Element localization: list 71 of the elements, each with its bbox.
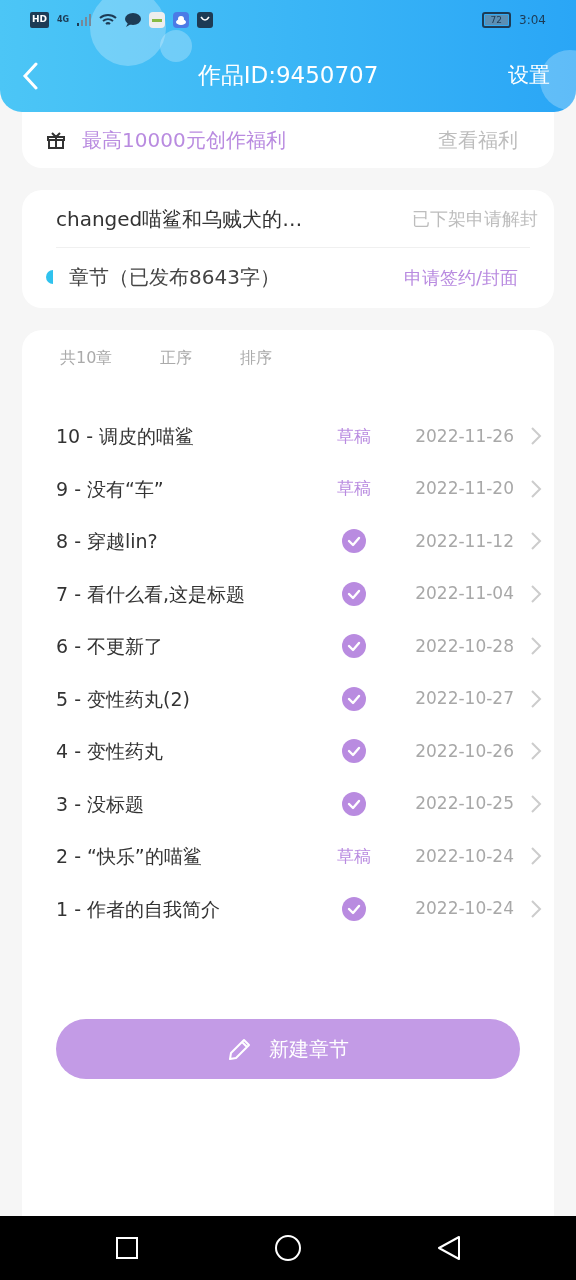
- chevron-icon: [530, 478, 542, 499]
- chevron-icon: [530, 898, 542, 919]
- benefit-text: 最高10000元创作福利: [82, 127, 286, 154]
- recents-icon[interactable]: [115, 1236, 140, 1260]
- chapter-title: 9 - 没有“车”: [56, 476, 165, 502]
- chevron-icon: [530, 583, 542, 604]
- chevron-icon: [530, 531, 542, 552]
- chapter-row[interactable]: 1 - 作者的自我简介 2022-10-24: [22, 882, 554, 935]
- chapter-date: 2022-11-12: [414, 529, 514, 553]
- chapter-title: 10 - 调皮的喵鲨: [56, 424, 196, 449]
- chapter-date: 2022-10-27: [414, 687, 514, 710]
- check-icon: [342, 686, 366, 711]
- pencil-icon: [227, 1036, 253, 1062]
- check-icon: [342, 634, 366, 659]
- chat-icon: [125, 13, 142, 27]
- work-title: changed喵鲨和乌贼犬的…: [56, 205, 303, 233]
- chapter-row[interactable]: 6 - 不更新了 2022-10-28: [22, 620, 554, 673]
- chapter-title: 5 - 变性药丸(2): [56, 686, 191, 712]
- home-icon[interactable]: [274, 1234, 302, 1262]
- chapter-title: 6 - 不更新了: [56, 634, 165, 659]
- hd-indicator: HD: [30, 12, 49, 28]
- chapter-date: 2022-11-26: [414, 424, 514, 448]
- chevron-icon: [530, 636, 542, 657]
- check-icon: [342, 581, 366, 606]
- chapter-title: 3 - 没标题: [56, 791, 146, 817]
- clock: 3:04: [519, 12, 546, 29]
- draft-label: 草稿: [337, 477, 371, 500]
- app-icon: [149, 12, 166, 28]
- chapter-date: 2022-11-04: [414, 582, 514, 605]
- chapter-row[interactable]: 8 - 穿越lin? 2022-11-12: [22, 515, 554, 568]
- battery-icon: 72: [481, 12, 512, 28]
- gift-icon: [46, 131, 66, 149]
- chapter-date: 2022-11-20: [414, 477, 514, 500]
- chapter-row[interactable]: 10 - 调皮的喵鲨 草稿 2022-11-26: [22, 410, 554, 463]
- chapter-date: 2022-10-28: [414, 634, 514, 658]
- network-type: 4G: [57, 14, 70, 26]
- chevron-icon: [530, 426, 542, 447]
- chapter-row[interactable]: 4 - 变性药丸 2022-10-26: [22, 725, 554, 778]
- check-icon: [342, 896, 366, 921]
- cloud-icon: [173, 12, 190, 28]
- chapter-row[interactable]: 2 - “快乐”的喵鲨 草稿 2022-10-24: [22, 830, 554, 883]
- chapter-row[interactable]: 9 - 没有“车” 草稿 2022-11-20: [22, 462, 554, 515]
- chapter-row[interactable]: 5 - 变性药丸(2) 2022-10-27: [22, 672, 554, 725]
- chevron-icon: [530, 688, 542, 709]
- back-icon[interactable]: [436, 1235, 461, 1261]
- chapter-title: 4 - 变性药丸: [56, 739, 165, 764]
- chapter-date: 2022-10-24: [414, 897, 514, 920]
- bag-icon: [197, 12, 214, 28]
- chapter-title: 8 - 穿越lin?: [56, 529, 159, 554]
- chapter-date: 2022-10-24: [414, 844, 514, 868]
- chapter-count: 共10章: [60, 347, 113, 369]
- wifi-icon: [99, 13, 118, 27]
- chapter-title: 2 - “快乐”的喵鲨: [56, 844, 203, 869]
- chevron-icon: [530, 793, 542, 814]
- signal-icon: [77, 14, 92, 26]
- draft-label: 草稿: [337, 424, 371, 448]
- check-icon: [342, 529, 366, 554]
- chapter-row[interactable]: 7 - 看什么看,这是标题 2022-11-04: [22, 567, 554, 620]
- chapter-title: 1 - 作者的自我简介: [56, 896, 222, 922]
- chapter-row[interactable]: 3 - 没标题 2022-10-25: [22, 777, 554, 830]
- page-title: 作品ID:9450707: [197, 62, 379, 90]
- chapters-label: 章节（已发布8643字）: [69, 264, 280, 291]
- chevron-icon: [530, 741, 542, 762]
- check-icon: [342, 739, 366, 764]
- chevron-icon: [530, 846, 542, 867]
- draft-label: 草稿: [337, 844, 371, 868]
- chapter-date: 2022-10-25: [414, 792, 514, 815]
- chapter-title: 7 - 看什么看,这是标题: [56, 581, 247, 607]
- marker-icon: [46, 270, 53, 284]
- check-icon: [342, 791, 366, 816]
- chapter-date: 2022-10-26: [414, 739, 514, 763]
